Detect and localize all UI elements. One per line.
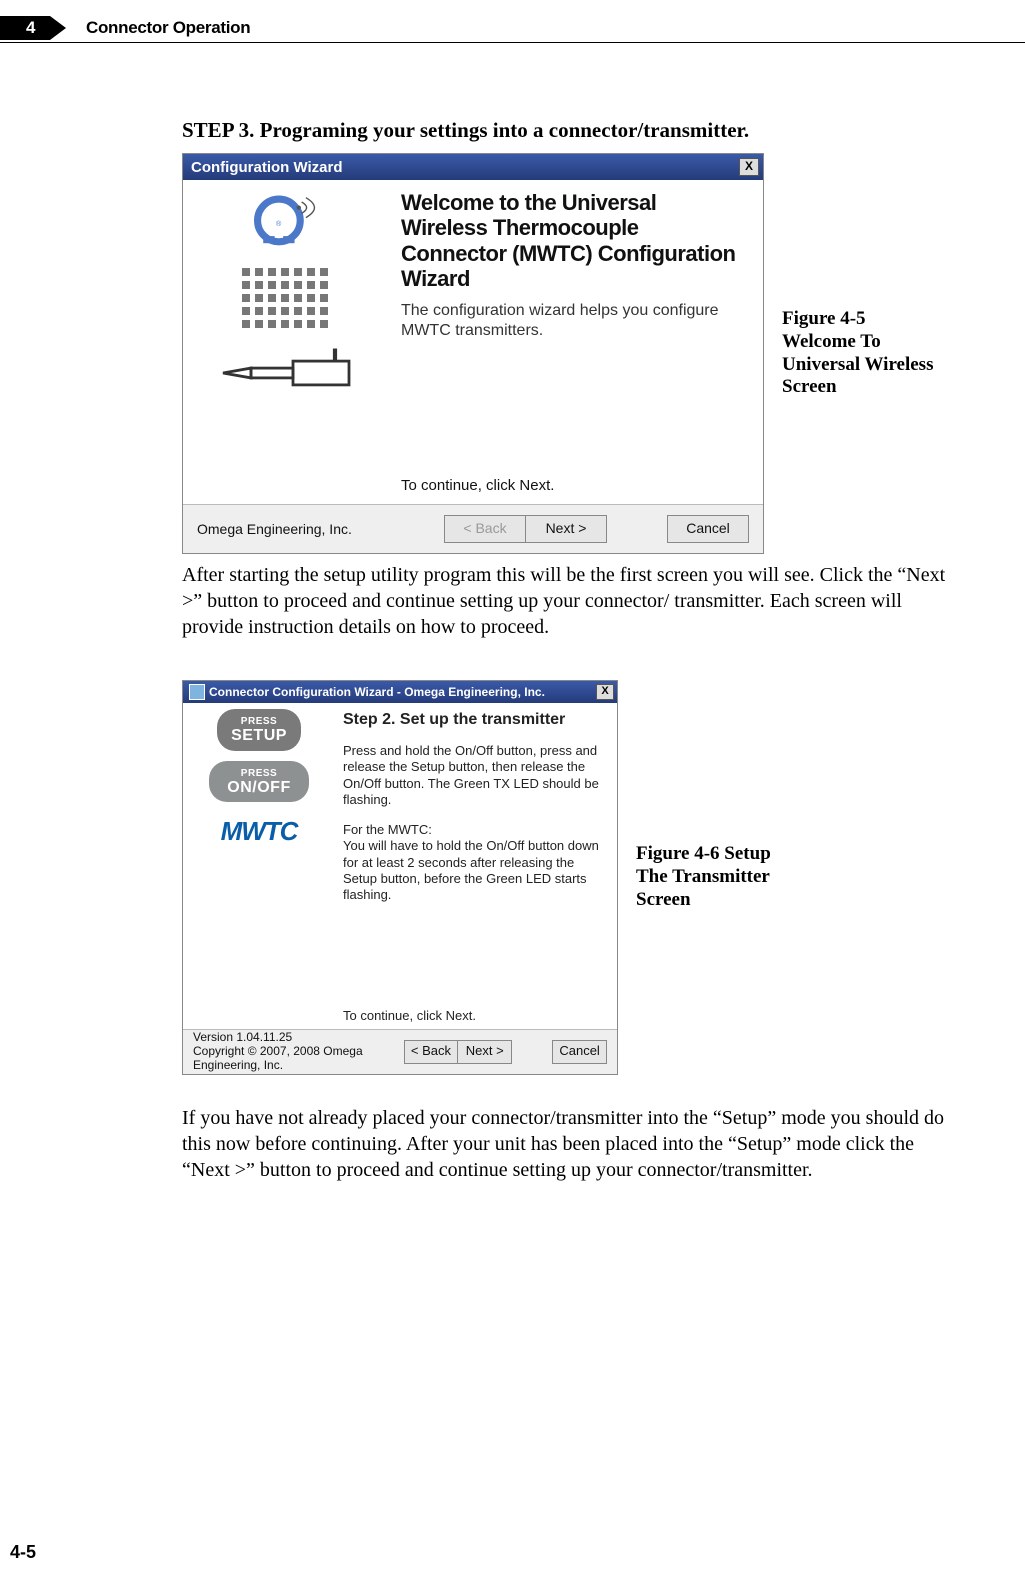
chapter-header: 4 Connector Operation: [0, 0, 1025, 50]
content-column: STEP 3. Programing your settings into a …: [182, 60, 965, 1183]
wizard2-version: Version 1.04.11.25: [193, 1031, 404, 1045]
wizard2-heading: Step 2. Set up the transmitter: [343, 711, 605, 729]
mwtc-brand-text: MWTC: [221, 816, 298, 847]
chapter-number: 4: [26, 16, 35, 40]
wizard2-copyright: Copyright © 2007, 2008 Omega Engineering…: [193, 1045, 404, 1073]
next-button[interactable]: Next >: [525, 515, 607, 543]
figure-4-6-caption: Figure 4-6 Setup The Transmitter Screen: [636, 843, 796, 911]
wizard1-subtext: The configuration wizard helps you confi…: [401, 301, 747, 341]
onoff-button-icon: PRESS ON/OFF: [209, 761, 309, 803]
wizard2-paragraph-1: Press and hold the On/Off button, press …: [343, 743, 605, 808]
paragraph-1: After starting the setup utility program…: [182, 562, 965, 640]
pill-setup-small: PRESS: [217, 713, 301, 727]
wizard1-titlebar: Configuration Wizard X: [183, 154, 763, 180]
close-icon[interactable]: X: [596, 684, 614, 700]
connector-configuration-wizard-window: Connector Configuration Wizard - Omega E…: [182, 680, 618, 1075]
wizard2-title: Connector Configuration Wizard - Omega E…: [209, 685, 545, 699]
figure-4-5-caption: Figure 4-5 Welcome To Universal Wireless…: [782, 308, 942, 399]
probe-icon: [216, 348, 356, 398]
wizard2-content: Step 2. Set up the transmitter Press and…: [335, 703, 617, 1029]
wizard1-footer: Omega Engineering, Inc. < Back Next > Ca…: [183, 504, 763, 553]
page: 4 Connector Operation STEP 3. Programing…: [0, 0, 1025, 1585]
dot-grid-icon: [242, 268, 330, 330]
pill-setup-big: SETUP: [217, 727, 301, 745]
header-rule: [0, 42, 1025, 43]
close-icon[interactable]: X: [739, 158, 759, 176]
cancel-button[interactable]: Cancel: [552, 1040, 607, 1064]
figure-4-6-row: Connector Configuration Wizard - Omega E…: [182, 680, 965, 1075]
next-button[interactable]: Next >: [457, 1040, 512, 1064]
back-button[interactable]: < Back: [444, 515, 526, 543]
figure-4-5-row: Configuration Wizard X: [182, 153, 965, 554]
omega-logo-icon: ®: [249, 192, 323, 256]
setup-button-icon: PRESS SETUP: [217, 709, 301, 751]
wizard2-paragraph-2: For the MWTC: You will have to hold the …: [343, 822, 605, 903]
wizard2-footer-left: Version 1.04.11.25 Copyright © 2007, 200…: [193, 1031, 404, 1072]
chapter-title: Connector Operation: [86, 16, 250, 40]
pill-onoff-big: ON/OFF: [209, 779, 309, 797]
wizard2-titlebar: Connector Configuration Wizard - Omega E…: [183, 681, 617, 703]
wizard1-continue-hint: To continue, click Next.: [401, 477, 554, 494]
wizard1-footer-label: Omega Engineering, Inc.: [197, 521, 352, 537]
wizard2-continue-hint: To continue, click Next.: [343, 1008, 476, 1023]
configuration-wizard-window: Configuration Wizard X: [182, 153, 764, 554]
step-heading: STEP 3. Programing your settings into a …: [182, 118, 965, 143]
page-number: 4-5: [10, 1542, 36, 1563]
wizard1-heading: Welcome to the Universal Wireless Thermo…: [401, 190, 747, 291]
paragraph-2: If you have not already placed your conn…: [182, 1105, 965, 1183]
back-button[interactable]: < Back: [404, 1040, 459, 1064]
wizard1-body: ®: [183, 180, 763, 504]
wizard2-body: PRESS SETUP PRESS ON/OFF MWTC Step 2. Se…: [183, 703, 617, 1029]
wizard1-title: Configuration Wizard: [191, 159, 343, 176]
pill-onoff-small: PRESS: [209, 765, 309, 779]
wizard2-sidebar-graphic: PRESS SETUP PRESS ON/OFF MWTC: [183, 703, 335, 1029]
wizard2-app-icon: [189, 684, 205, 700]
wizard2-footer: Version 1.04.11.25 Copyright © 2007, 200…: [183, 1029, 617, 1074]
svg-text:®: ®: [276, 220, 282, 228]
cancel-button[interactable]: Cancel: [667, 515, 749, 543]
chapter-arrow: [0, 16, 50, 40]
wizard1-sidebar-graphic: ®: [183, 180, 389, 504]
wizard1-content: Welcome to the Universal Wireless Thermo…: [389, 180, 763, 504]
